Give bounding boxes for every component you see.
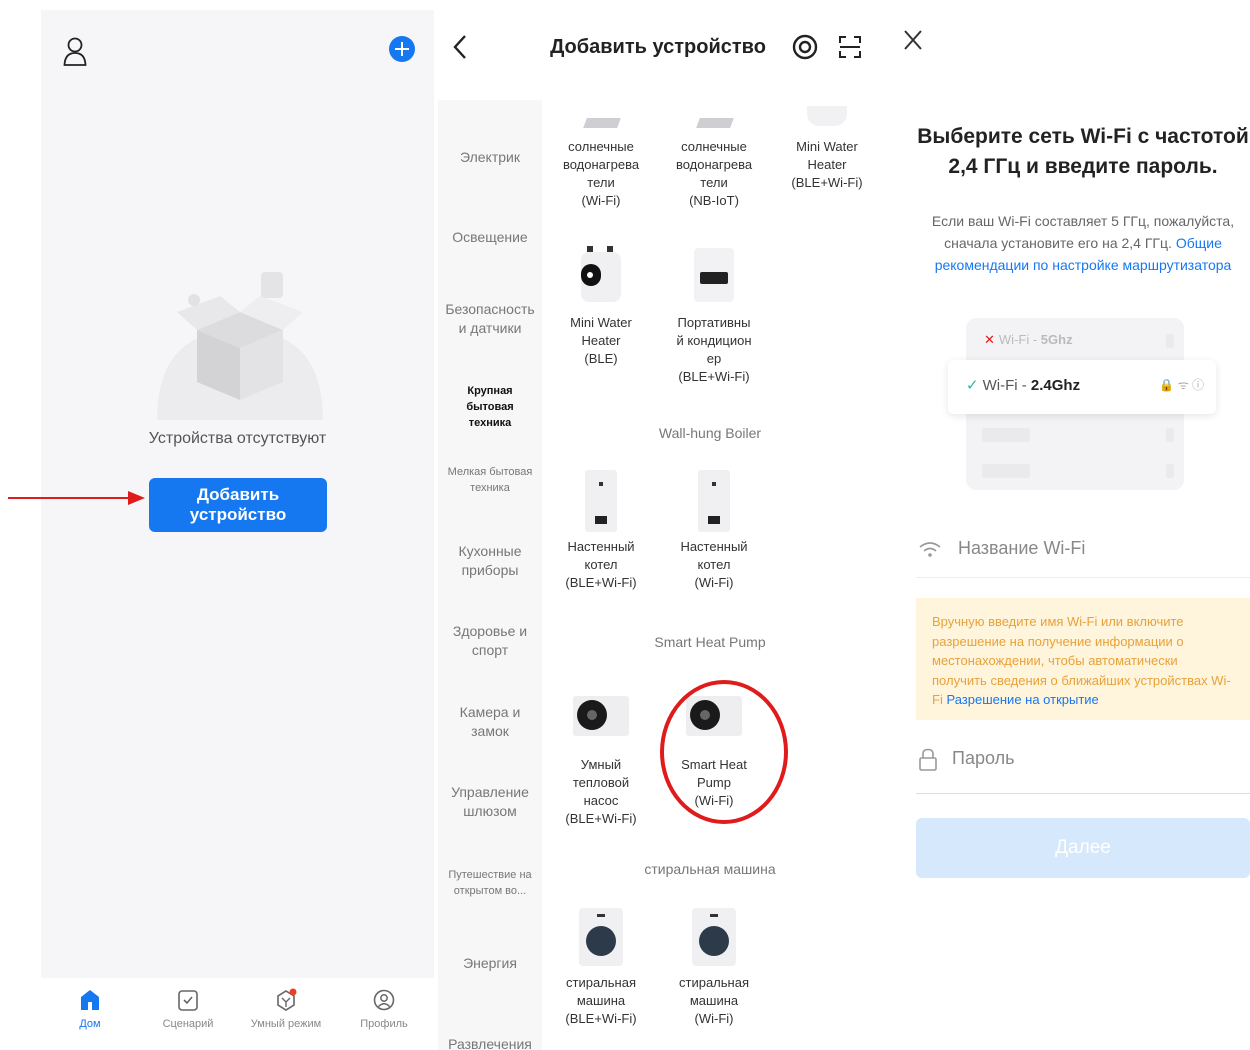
category-large-appliances[interactable]: Крупная бытовая техника [438, 383, 542, 431]
smart-mode-icon [277, 988, 297, 1011]
category-energy[interactable]: Энергия [438, 954, 542, 973]
wifi-setup-screen: Выберите сеть Wi-Fi с частотой 2,4 ГГц и… [892, 0, 1250, 1050]
home-icon [81, 990, 99, 1010]
category-lighting[interactable]: Освещение [438, 228, 542, 247]
scan-icon[interactable] [838, 35, 862, 59]
password-placeholder: Пароль [952, 748, 1015, 768]
device-portable-ac[interactable]: Портативны й кондицион ер (BLE+Wi-Fi) [658, 246, 770, 386]
password-field[interactable]: Пароль [916, 738, 1250, 794]
section-smart-heat-pump: Smart Heat Pump [654, 634, 766, 650]
page-title: Добавить устройство [550, 36, 766, 58]
category-electric[interactable]: Электрик [438, 148, 542, 167]
water-heater-icon [797, 106, 857, 130]
add-device-button[interactable]: Добавить устройство [149, 478, 327, 532]
lock-wifi-info-icon: 🔒 ᯤ ⓘ [1159, 378, 1204, 392]
wifi-name-placeholder: Название Wi-Fi [958, 538, 1086, 558]
device-washer-wifi[interactable]: стиральная машина (Wi-Fi) [658, 906, 770, 1028]
wifi-24ghz-row: ✓ Wi-Fi - 2.4Ghz 🔒 ᯤ ⓘ [948, 360, 1216, 414]
tab-profile[interactable]: Профиль [335, 988, 433, 1030]
device-mini-water-heater-ble[interactable]: Mini Water Heater (BLE) [545, 246, 657, 368]
water-heater-icon [571, 246, 631, 306]
device-solar-heater-nbiot[interactable]: солнечные водонагрева тели (NB-IoT) [658, 106, 770, 210]
tab-scenario[interactable]: Сценарий [139, 988, 237, 1030]
home-screen: Устройства отсутствуют Добавить устройст… [41, 10, 434, 1050]
red-circle-annotation [660, 680, 788, 824]
next-button[interactable]: Далее [916, 818, 1250, 878]
red-arrow-annotation [8, 491, 145, 505]
category-small-appliances[interactable]: Мелкая бытовая техника [438, 464, 542, 496]
user-icon[interactable] [63, 36, 87, 66]
device-boiler-ble-wifi[interactable]: Настенный котел (BLE+Wi-Fi) [545, 470, 657, 592]
section-washing-machine: стиральная машина [644, 861, 776, 877]
category-sidebar: Электрик Освещение Безопасность и датчик… [438, 100, 542, 1050]
scenario-icon [178, 990, 198, 1011]
solar-heater-icon [684, 106, 744, 130]
category-entertainment[interactable]: Развлечения [438, 1035, 542, 1050]
empty-state-text: Устройства отсутствуют [148, 430, 327, 447]
wifi-name-field[interactable]: Название Wi-Fi [916, 528, 1250, 578]
category-gateway[interactable]: Управление шлюзом [438, 783, 542, 821]
location-permission-warning: Вручную введите имя Wi-Fi или включите р… [916, 598, 1250, 720]
wifi-5ghz-row: ✕ Wi-Fi - 5Ghz [984, 332, 1073, 347]
category-security[interactable]: Безопасность и датчики [438, 300, 542, 338]
device-solar-heater-wifi[interactable]: солнечные водонагрева тели (Wi-Fi) [545, 106, 657, 210]
category-camera-lock[interactable]: Камера и замок [438, 703, 542, 741]
portable-ac-icon [684, 246, 744, 306]
boiler-icon [684, 470, 744, 532]
device-boiler-wifi[interactable]: Настенный котел (Wi-Fi) [658, 470, 770, 592]
tab-label: Дом [79, 1018, 101, 1030]
device-mini-water-heater-ble-wifi[interactable]: Mini Water Heater (BLE+Wi-Fi) [771, 106, 883, 192]
wifi-heading: Выберите сеть Wi-Fi с частотой 2,4 ГГц и… [917, 125, 1249, 178]
boiler-icon [571, 470, 631, 532]
auto-discover-icon[interactable] [792, 34, 818, 60]
category-kitchen[interactable]: Кухонные приборы [438, 542, 542, 580]
section-wall-hung-boiler: Wall-hung Boiler [658, 425, 762, 441]
category-outdoor[interactable]: Путешествие на открытом во... [438, 867, 542, 899]
close-icon[interactable] [904, 30, 922, 50]
wifi-description: Если ваш Wi-Fi составляет 5 ГГц, пожалуй… [931, 213, 1235, 273]
wifi-icon [919, 542, 941, 557]
washing-machine-icon [571, 906, 631, 966]
solar-heater-icon [571, 106, 631, 130]
back-icon[interactable] [452, 34, 468, 60]
tab-label: Профиль [360, 1018, 408, 1030]
lock-icon [919, 748, 937, 771]
tab-label: Сценарий [162, 1018, 214, 1030]
tab-label: Умный режим [250, 1018, 322, 1030]
permission-link[interactable]: Разрешение на открытие [946, 692, 1098, 707]
profile-icon [373, 989, 395, 1011]
category-health[interactable]: Здоровье и спорт [438, 622, 542, 660]
tab-smart-mode[interactable]: Умный режим [237, 988, 335, 1030]
add-icon[interactable] [389, 36, 415, 62]
add-device-screen: Добавить устройство Электрик Освещение Б… [438, 0, 878, 1050]
tab-home[interactable]: Дом [41, 988, 139, 1030]
washing-machine-icon [684, 906, 744, 966]
empty-box-illustration [157, 272, 323, 420]
device-washer-ble-wifi[interactable]: стиральная машина (BLE+Wi-Fi) [545, 906, 657, 1028]
heat-pump-icon [571, 688, 631, 748]
device-heat-pump-ble-wifi[interactable]: Умный тепловой насос (BLE+Wi-Fi) [545, 688, 657, 828]
bottom-tab-bar: Дом Сценарий Умный режим Профиль [41, 978, 434, 1050]
